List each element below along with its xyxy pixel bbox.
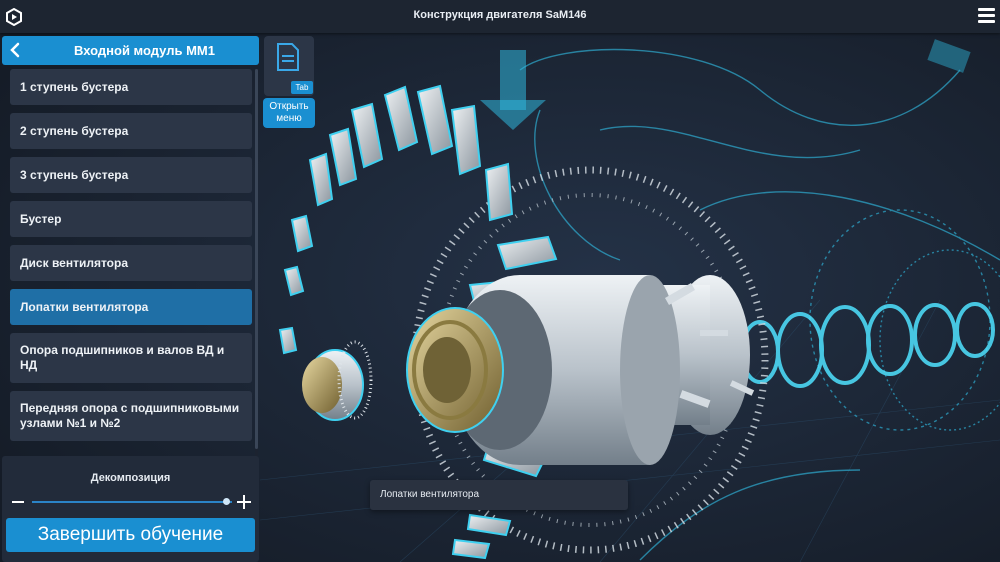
list-item-label: Диск вентилятора — [20, 255, 129, 270]
finish-training-button[interactable]: Завершить обучение — [6, 518, 255, 552]
list-item[interactable]: Диск вентилятора — [10, 245, 252, 281]
component-tooltip: Лопатки вентилятора — [370, 480, 628, 510]
sidebar-header: Входной модуль MM1 — [2, 36, 259, 65]
scrollbar-thumb[interactable] — [255, 69, 258, 449]
list-item[interactable]: 1 ступень бустера — [10, 69, 252, 105]
back-button[interactable] — [2, 36, 30, 65]
decomposition-label: Декомпозиция — [90, 472, 171, 484]
hamburger-menu-icon[interactable] — [978, 8, 995, 24]
tab-hotkey-badge: Tab — [291, 81, 313, 94]
list-item[interactable]: Бустер — [10, 201, 252, 237]
back-arrow-icon — [10, 42, 20, 58]
list-item-label: 1 ступень бустера — [20, 79, 129, 94]
sidebar: Входной модуль MM1 1 ступень бустера 2 с… — [0, 33, 260, 562]
list-item[interactable]: 2 ступень бустера — [10, 113, 252, 149]
sidebar-title: Входной модуль MM1 — [74, 43, 215, 58]
plus-icon[interactable] — [236, 494, 252, 510]
list-item-label: Опора подшипников и валов ВД и НД — [20, 343, 225, 372]
list-item-label: Передняя опора с подшипниковыми узлами №… — [20, 401, 240, 430]
decomposition-slider-thumb[interactable] — [222, 498, 230, 505]
top-bar: Конструкция двигателя SaM146 — [0, 0, 1000, 33]
list-item-label: 2 ступень бустера — [20, 123, 129, 138]
list-item-label: Лопатки вентилятора — [20, 299, 149, 314]
document-icon — [277, 43, 299, 71]
decomposition-slider[interactable] — [32, 501, 232, 503]
list-item-label: Бустер — [20, 211, 62, 226]
list-item[interactable]: Передняя опора с подшипниковыми узлами №… — [10, 391, 252, 441]
list-item-selected[interactable]: Лопатки вентилятора — [10, 289, 252, 325]
minus-icon[interactable] — [11, 496, 25, 508]
app-title: Конструкция двигателя SaM146 — [413, 9, 587, 21]
open-menu-button[interactable]: Открыть меню — [263, 98, 315, 128]
list-item[interactable]: Опора подшипников и валов ВД и НД — [10, 333, 252, 383]
list-item-label: 3 ступень бустера — [20, 167, 129, 182]
list-item[interactable]: 3 ступень бустера — [10, 157, 252, 193]
